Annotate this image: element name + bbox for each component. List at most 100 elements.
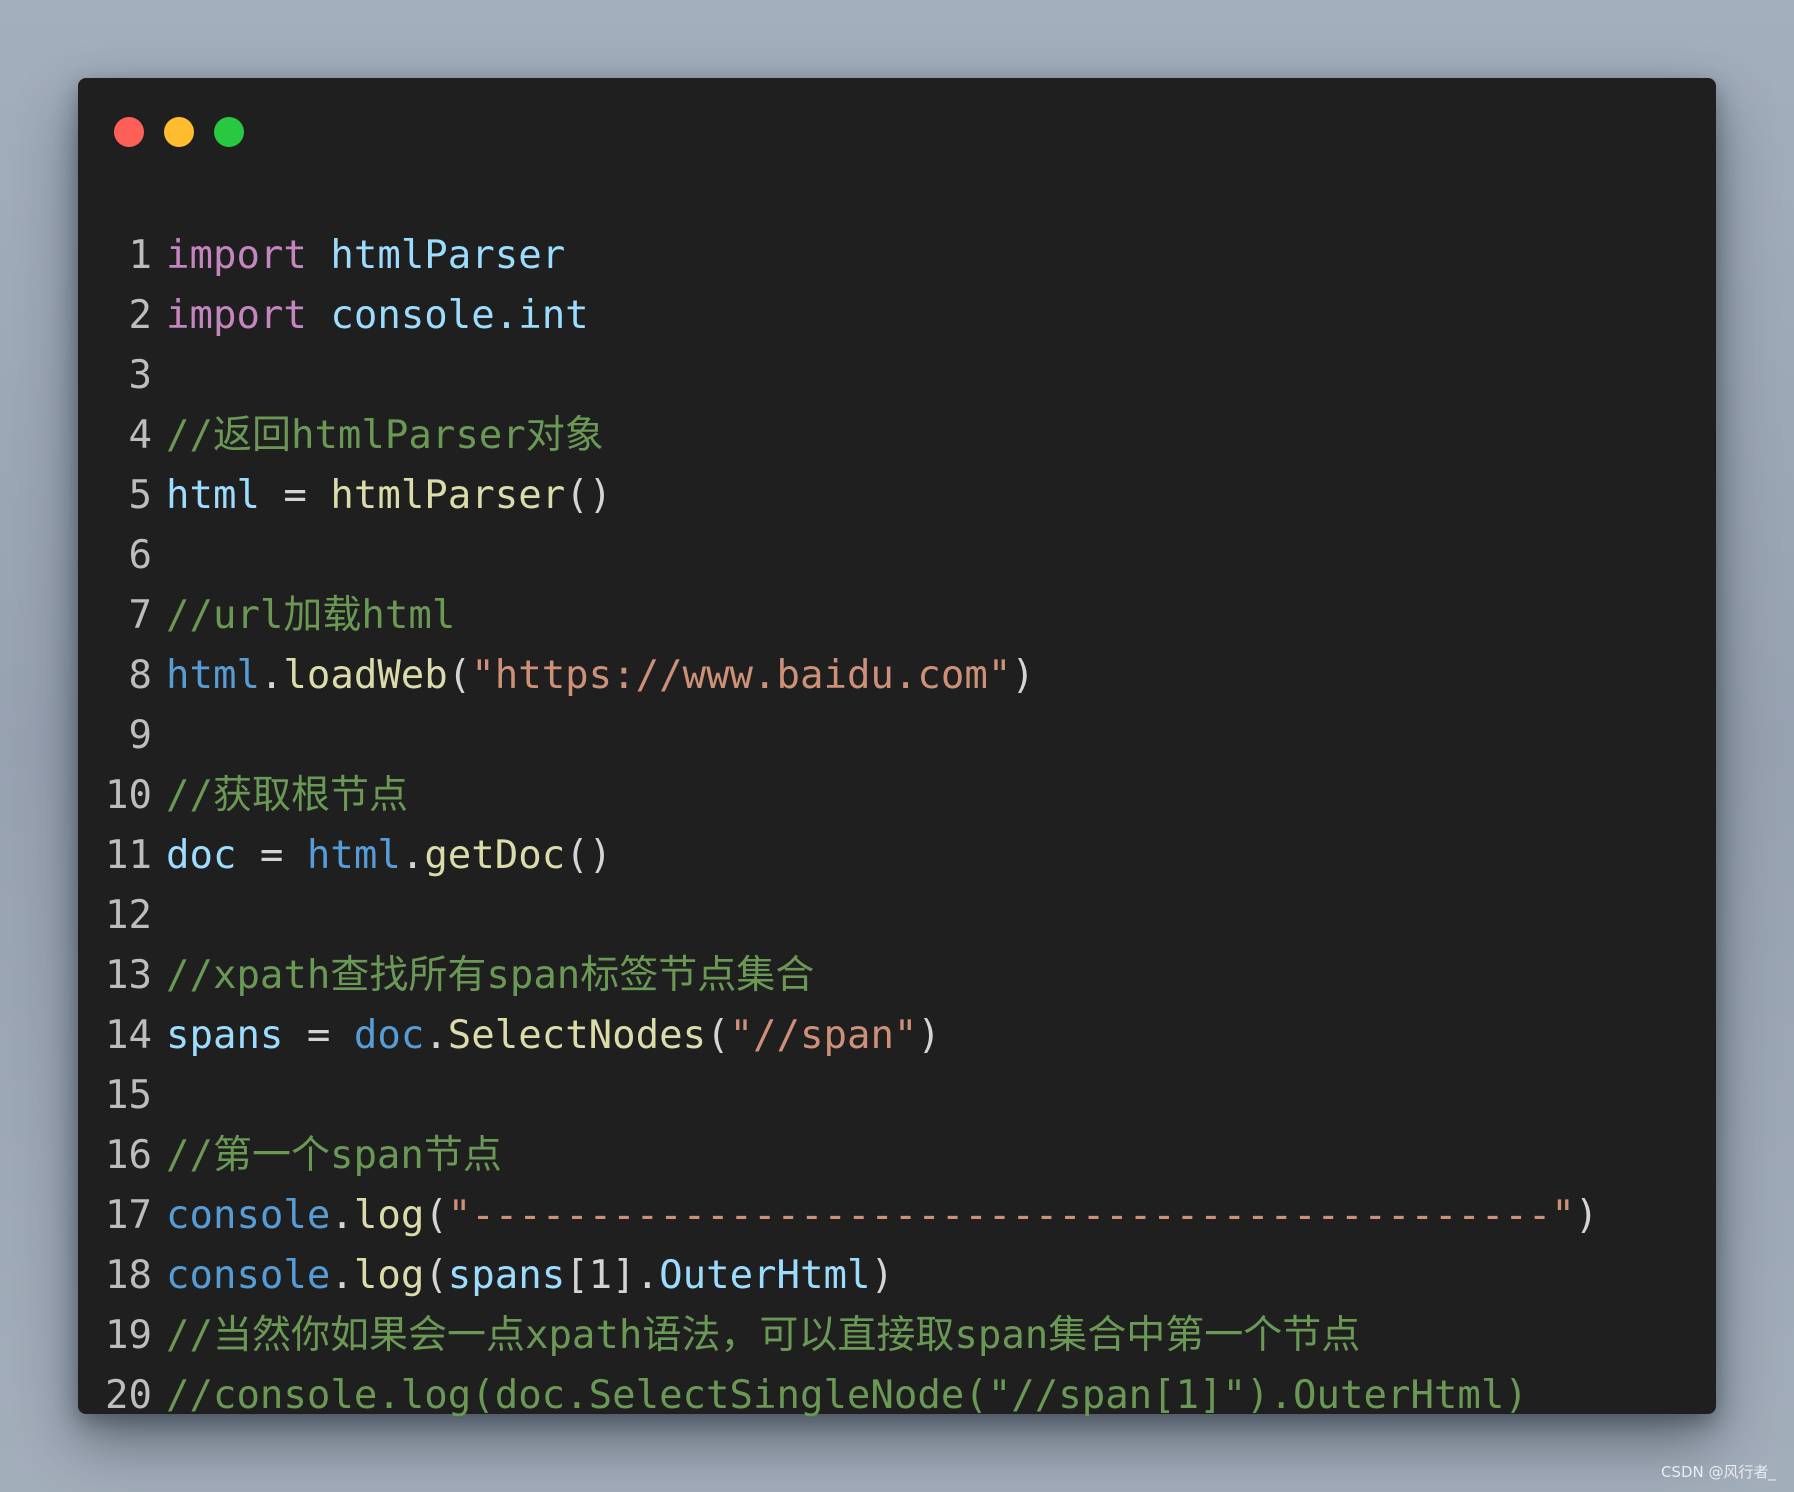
- code-token: //获取根节点: [166, 773, 408, 818]
- line-number: 7: [128, 593, 152, 638]
- code-token: log: [353, 1193, 425, 1238]
- line-number: 10: [105, 773, 152, 818]
- code-token: .: [330, 1193, 354, 1238]
- code-token: (): [565, 473, 613, 518]
- code-token: ): [870, 1253, 894, 1298]
- line-number: 17: [105, 1193, 152, 1238]
- code-token: .: [259, 653, 284, 698]
- code-token: html: [166, 473, 260, 518]
- line-number: 5: [128, 473, 152, 518]
- code-line: 5 html = htmlParser(): [78, 466, 1716, 526]
- code-token: loadWeb: [283, 653, 448, 698]
- code-text: doc = html.getDoc(): [166, 826, 1716, 886]
- code-window: 1 import htmlParser 2 import console.int 3 4 /…: [78, 78, 1716, 1418]
- line-number: 3: [128, 353, 152, 398]
- code-token: console.int: [330, 293, 589, 338]
- code-block: 1 import htmlParser 2 import console.int 3 4 /…: [78, 226, 1716, 1426]
- code-line: 13 //xpath查找所有span标签节点集合: [78, 946, 1716, 1006]
- code-text: console.log("---------------------------…: [166, 1186, 1716, 1246]
- code-text: html.loadWeb("https://www.baidu.com"): [166, 646, 1716, 706]
- code-token: doc: [166, 833, 237, 878]
- line-number: 6: [128, 533, 152, 578]
- code-line: 12: [78, 886, 1716, 946]
- line-number: 16: [105, 1133, 152, 1178]
- line-number: 1: [128, 233, 152, 278]
- line-number: 19: [105, 1313, 152, 1358]
- code-token: "---------------------------------------…: [447, 1193, 1575, 1238]
- code-token: (: [447, 653, 472, 698]
- code-line: 2 import console.int: [78, 286, 1716, 346]
- code-line: 4 //返回htmlParser对象: [78, 406, 1716, 466]
- code-token: console: [166, 1253, 331, 1298]
- code-line: 16 //第一个span节点: [78, 1126, 1716, 1186]
- code-token: //返回htmlParser对象: [166, 413, 604, 458]
- code-token: =: [236, 833, 307, 878]
- line-number: 14: [105, 1013, 152, 1058]
- code-token: console: [166, 1193, 331, 1238]
- watermark: CSDN @风行者_: [1660, 1463, 1776, 1481]
- code-token: SelectNodes: [447, 1013, 707, 1058]
- code-token: "https://www.baidu.com": [471, 653, 1012, 698]
- line-number: 12: [105, 893, 152, 938]
- code-line: 9: [78, 706, 1716, 766]
- line-number: 4: [128, 413, 152, 458]
- code-line: 6: [78, 526, 1716, 586]
- code-line: 14 spans = doc.SelectNodes("//span"): [78, 1006, 1716, 1066]
- close-dot[interactable]: [114, 117, 144, 147]
- code-text: //url加载html: [166, 586, 1716, 646]
- code-token: (: [424, 1193, 448, 1238]
- code-token: log: [353, 1253, 425, 1298]
- code-text: //第一个span节点: [166, 1126, 1716, 1186]
- code-token: //xpath查找所有span标签节点集合: [166, 953, 815, 998]
- code-token: .: [400, 833, 425, 878]
- line-number: 18: [105, 1253, 152, 1298]
- code-token: html: [166, 653, 260, 698]
- code-token: htmlParser: [330, 473, 566, 518]
- code-token: import: [166, 233, 307, 278]
- minimize-dot[interactable]: [164, 117, 194, 147]
- code-line: 19 //当然你如果会一点xpath语法，可以直接取span集合中第一个节点: [78, 1306, 1716, 1366]
- code-text: html = htmlParser(): [166, 466, 1716, 526]
- code-token: //console.log(doc.SelectSingleNode("//sp…: [166, 1373, 1528, 1418]
- maximize-dot[interactable]: [214, 117, 244, 147]
- code-line: 1 import htmlParser: [78, 226, 1716, 286]
- code-line: 8 html.loadWeb("https://www.baidu.com"): [78, 646, 1716, 706]
- code-line: 3: [78, 346, 1716, 406]
- code-token: .: [330, 1253, 354, 1298]
- code-token: =: [283, 1013, 354, 1058]
- code-token: [1].: [565, 1253, 660, 1298]
- code-token: //url加载html: [166, 593, 456, 638]
- code-token: OuterHtml: [659, 1253, 871, 1298]
- code-text: //console.log(doc.SelectSingleNode("//sp…: [166, 1366, 1716, 1426]
- code-token: htmlParser: [330, 233, 566, 278]
- code-token: spans: [166, 1013, 284, 1058]
- code-token: html: [306, 833, 401, 878]
- code-line: 11 doc = html.getDoc(): [78, 826, 1716, 886]
- code-line: 15: [78, 1066, 1716, 1126]
- line-number: 13: [105, 953, 152, 998]
- code-token: getDoc: [424, 833, 566, 878]
- code-line: 10 //获取根节点: [78, 766, 1716, 826]
- code-text: //当然你如果会一点xpath语法，可以直接取span集合中第一个节点: [166, 1306, 1716, 1366]
- line-number: 20: [105, 1373, 152, 1418]
- code-text: spans = doc.SelectNodes("//span"): [166, 1006, 1716, 1066]
- code-text: import console.int: [166, 286, 1716, 346]
- code-token: ): [1011, 653, 1035, 698]
- code-token: (: [706, 1013, 730, 1058]
- code-token: "//span": [729, 1013, 918, 1058]
- window-controls: [114, 117, 244, 147]
- code-token: .: [424, 1013, 448, 1058]
- code-line: 17 console.log("-------------------------…: [78, 1186, 1716, 1246]
- code-line: 7 //url加载html: [78, 586, 1716, 646]
- code-text: //xpath查找所有span标签节点集合: [166, 946, 1716, 1006]
- line-number: 9: [128, 713, 152, 758]
- code-token: ): [1574, 1193, 1599, 1238]
- code-token: //第一个span节点: [166, 1133, 502, 1178]
- code-text: import htmlParser: [166, 226, 1716, 286]
- code-token: ): [917, 1013, 941, 1058]
- code-token: //当然你如果会一点xpath语法，可以直接取span集合中第一个节点: [166, 1313, 1361, 1358]
- line-number: 2: [128, 293, 152, 338]
- line-number: 11: [105, 833, 152, 878]
